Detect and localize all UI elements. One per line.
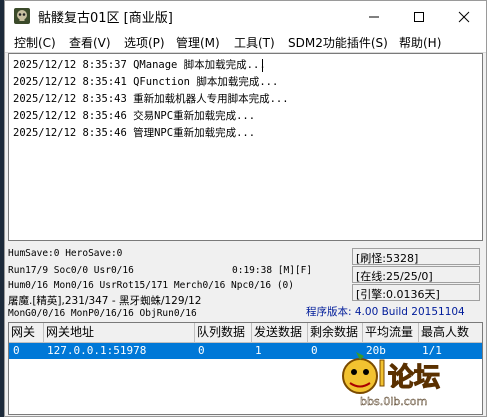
- hum-status: Hum0/16 Mon0/16 UsrRot15/171 Merch0/16 N…: [8, 280, 294, 291]
- menu-control[interactable]: 控制(C): [14, 34, 56, 51]
- status-panel: HumSave:0 HeroSave:0 Run17/9 Soc0/0 Usr0…: [5, 241, 486, 321]
- mongo-status: MonG0/0/16 MonP0/16/16 ObjRun0/16: [8, 308, 197, 319]
- close-button[interactable]: [441, 1, 486, 32]
- log-textbox[interactable]: 2025/12/12 8:35:37 QManage 脚本加载完成... 202…: [8, 53, 483, 241]
- window-title: 骷髅复古01区 [商业版]: [38, 11, 173, 26]
- monster-status: 屠魔.[精英],231/347 - 黑牙蜘蛛/129/12: [8, 295, 202, 307]
- skull-app-icon: [14, 8, 30, 24]
- menu-options[interactable]: 选项(P): [124, 34, 165, 51]
- table-header: 网关 网关地址 队列数据 发送数据 剩余数据 平均流量 最高人数: [9, 323, 482, 343]
- column-header[interactable]: 剩余数据: [308, 323, 363, 342]
- column-header[interactable]: 网关地址: [44, 323, 195, 342]
- menu-tools[interactable]: 工具(T): [234, 34, 275, 51]
- cell-sent: 1: [255, 344, 262, 357]
- log-line: 2025/12/12 8:35:41 QFunction 脚本加载完成...: [13, 76, 279, 88]
- watermark-text: 论坛: [388, 363, 440, 393]
- forum-logo: 论坛 bbs.0lb.com: [342, 352, 441, 408]
- cell-queue: 0: [198, 344, 205, 357]
- column-header[interactable]: 队列数据: [195, 323, 252, 342]
- online-field: [在线:25/25/0]: [352, 266, 480, 283]
- minimize-icon: [368, 16, 379, 17]
- menu-help[interactable]: 帮助(H): [399, 34, 441, 51]
- refresh-monster-label: [刷怪:5328]: [356, 252, 419, 265]
- column-header[interactable]: 最高人数: [419, 323, 482, 342]
- online-label: [在线:25/25/0]: [356, 270, 433, 283]
- menu-sdm2-plugins[interactable]: SDM2功能插件(S): [288, 34, 388, 51]
- title-bar[interactable]: 骷髅复古01区 [商业版]: [5, 1, 486, 32]
- menu-manage[interactable]: 管理(M): [176, 34, 220, 51]
- forum-watermark: 论坛 bbs.0lb.com: [338, 352, 478, 410]
- log-line: 2025/12/12 8:35:43 重新加载机器人专用脚本完成...: [13, 93, 289, 105]
- maximize-icon: [413, 11, 424, 22]
- menu-bar: 控制(C) 查看(V) 选项(P) 管理(M) 工具(T) SDM2功能插件(S…: [5, 32, 486, 53]
- text-caret: [262, 59, 263, 72]
- engine-label: [引擎:0.0136天]: [356, 288, 440, 301]
- humsave-status: HumSave:0 HeroSave:0: [8, 248, 123, 259]
- menu-view[interactable]: 查看(V): [69, 34, 111, 51]
- log-line: 2025/12/12 8:35:37 QManage 脚本加载完成...: [13, 59, 266, 71]
- engine-field: [引擎:0.0136天]: [352, 284, 480, 301]
- log-line: 2025/12/12 8:35:46 管理NPC重新加载完成...: [13, 127, 256, 139]
- minimize-button[interactable]: [351, 1, 396, 32]
- uptime-status: 0:19:38 [M][F]: [232, 265, 313, 276]
- cell-address: 127.0.0.1:51978: [47, 344, 147, 357]
- refresh-monster-field: [刷怪:5328]: [352, 248, 480, 265]
- version-status: 程序版本: 4.00 Build 20151104: [306, 306, 465, 318]
- column-header[interactable]: 发送数据: [252, 323, 308, 342]
- log-line: 2025/12/12 8:35:46 交易NPC重新加载完成...: [13, 110, 256, 122]
- cell-gateway: 0: [13, 344, 20, 357]
- close-icon: [458, 11, 469, 22]
- watermark-url: bbs.0lb.com: [360, 395, 427, 408]
- column-header[interactable]: 网关: [9, 323, 44, 342]
- cell-remaining: 0: [311, 344, 318, 357]
- maximize-button[interactable]: [396, 1, 441, 32]
- run-status: Run17/9 Soc0/0 Usr0/16: [8, 265, 134, 276]
- column-header[interactable]: 平均流量: [363, 323, 419, 342]
